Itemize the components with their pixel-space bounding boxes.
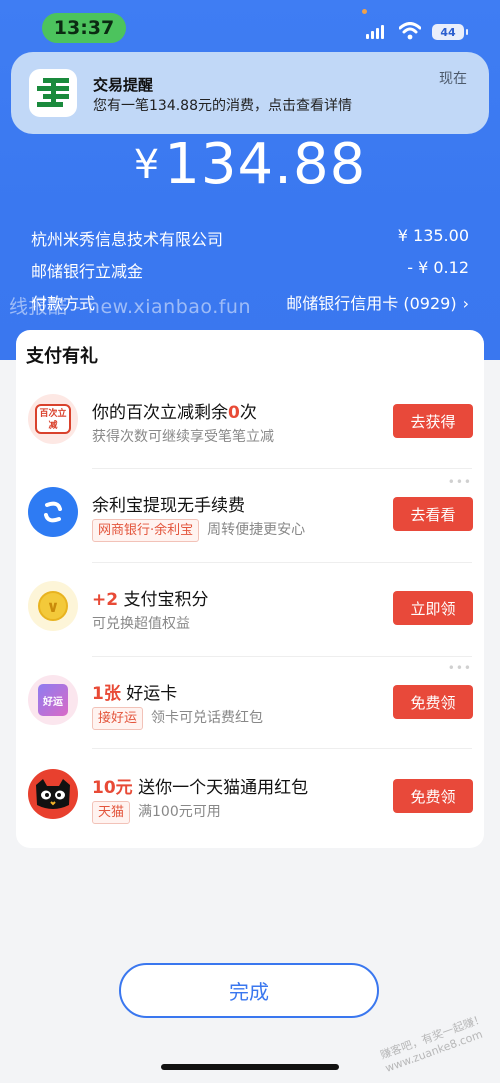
reward-subtitle: 可兑换超值权益	[92, 616, 190, 632]
reward-subtitle: 满100元可用	[138, 804, 221, 820]
notification-body: 您有一笔134.88元的消费，点击查看详情	[93, 98, 352, 114]
reward-subtitle: 周转便捷更安心	[207, 522, 306, 538]
yulibao-icon	[28, 487, 78, 537]
reward-subtitle: 获得次数可继续享受笔笔立减	[92, 429, 274, 445]
wifi-icon	[399, 22, 421, 40]
corner-watermark: 赚客吧，有奖一起赚！ www.zuanke8.com	[378, 1012, 487, 1075]
view-button[interactable]: 去看看	[393, 497, 473, 531]
cellular-signal-icon	[366, 25, 386, 39]
reward-item[interactable]: 余利宝提现无手续费 网商银行·余利宝 周转便捷更安心 去看看	[16, 473, 484, 565]
reward-title: 1张 好运卡	[92, 684, 178, 704]
rewards-title: 支付有礼	[26, 346, 98, 367]
get-more-button[interactable]: 去获得	[393, 404, 473, 438]
rewards-card: 支付有礼 百次立减 你的百次立减剩余0次 获得次数可继续享受笔笔立减 去获得 •…	[16, 330, 484, 848]
merchant-amount: ¥ 135.00	[397, 226, 469, 245]
notification-time: 现在	[439, 71, 467, 87]
reward-title: 10元 送你一个天猫通用红包	[92, 778, 309, 798]
lucky-card-icon: 好运	[28, 675, 78, 725]
amount-value: 134.88	[164, 132, 367, 197]
reward-tag: 接好运	[92, 707, 144, 730]
home-indicator[interactable]	[161, 1064, 339, 1070]
reward-tag: 天猫	[92, 801, 131, 824]
merchant-row: 杭州米秀信息技术有限公司 ¥ 135.00	[31, 226, 469, 250]
postal-savings-bank-icon	[29, 69, 77, 117]
claim-points-button[interactable]: 立即领	[393, 591, 473, 625]
baici-lijian-icon: 百次立减	[28, 394, 78, 444]
done-button[interactable]: 完成	[119, 963, 379, 1018]
divider	[92, 562, 472, 563]
claim-card-button[interactable]: 免费领	[393, 685, 473, 719]
transaction-notification[interactable]: 交易提醒 您有一笔134.88元的消费，点击查看详情 现在	[11, 52, 489, 134]
reward-title: 余利宝提现无手续费	[92, 496, 245, 516]
divider	[92, 748, 472, 749]
alipay-points-icon: ∨	[28, 581, 78, 631]
discount-label: 邮储银行立减金	[31, 262, 144, 281]
status-bar: 13:37 44	[0, 0, 500, 54]
discount-amount: - ¥ 0.12	[407, 258, 469, 277]
divider	[92, 468, 472, 469]
reward-item[interactable]: ∨ +2 支付宝积分 可兑换超值权益 立即领	[16, 567, 484, 659]
status-time[interactable]: 13:37	[42, 13, 126, 43]
chevron-right-icon: ›	[462, 294, 469, 313]
discount-row: 邮储银行立减金 - ¥ 0.12	[31, 258, 469, 282]
reward-item[interactable]: 百次立减 你的百次立减剩余0次 获得次数可继续享受笔笔立减 去获得	[16, 380, 484, 472]
reward-title: +2 支付宝积分	[92, 590, 209, 610]
reward-subtitle: 领卡可兑话费红包	[151, 710, 264, 726]
battery-icon: 44	[432, 24, 468, 40]
reward-tag: 网商银行·余利宝	[92, 519, 200, 542]
reward-item[interactable]: 好运 1张 好运卡 接好运 领卡可兑话费红包 免费领	[16, 661, 484, 753]
site-watermark: 线报酷 - new.xianbao.fun	[9, 296, 252, 318]
payment-method-value: 邮储银行信用卡 (0929)	[286, 294, 457, 313]
currency-symbol: ¥	[133, 142, 160, 188]
reward-item[interactable]: 10元 送你一个天猫通用红包 天猫 满100元可用 免费领	[16, 755, 484, 847]
notification-title: 交易提醒	[93, 76, 154, 94]
merchant-name: 杭州米秀信息技术有限公司	[31, 230, 224, 249]
privacy-indicator-icon	[362, 9, 367, 14]
reward-title: 你的百次立减剩余0次	[92, 403, 257, 423]
claim-red-packet-button[interactable]: 免费领	[393, 779, 473, 813]
divider	[92, 656, 472, 657]
tmall-cat-icon	[28, 769, 78, 819]
payment-amount: ¥ 134.88	[0, 132, 500, 197]
